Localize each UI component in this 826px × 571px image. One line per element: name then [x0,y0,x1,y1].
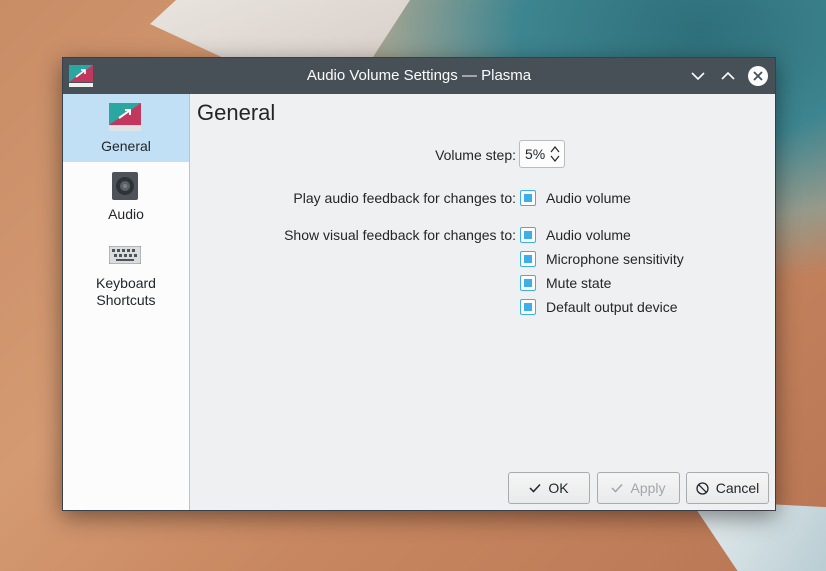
chevron-down-icon [691,72,705,81]
checkbox-checked[interactable] [520,251,536,267]
checkbox-label: Default output device [546,299,678,315]
ok-button[interactable]: OK [508,472,590,504]
audio-feedback-label: Play audio feedback for changes to: [293,190,516,206]
checkmark-icon [611,483,624,493]
general-page: General Volume step: 5% Play audio feedb… [190,94,775,510]
page-title: General [197,100,276,125]
settings-panel-icon [109,103,141,131]
title-bar[interactable]: Audio Volume Settings — Plasma [63,58,775,94]
checkbox-label: Microphone sensitivity [546,251,684,267]
checkbox-label: Audio volume [546,190,631,206]
sidebar: General Audio Keyboard Shortcuts [63,94,190,510]
sidebar-item-label-line1: Keyboard [96,275,156,291]
checkbox-checked[interactable] [520,299,536,315]
visual-feedback-mute-state-checkbox[interactable]: Mute state [520,273,611,293]
sidebar-item-label: Audio [108,206,144,222]
maximize-button[interactable] [717,65,739,87]
visual-feedback-default-output-device-checkbox[interactable]: Default output device [520,297,678,317]
visual-feedback-microphone-sensitivity-checkbox[interactable]: Microphone sensitivity [520,249,684,269]
sidebar-item-audio[interactable]: Audio [63,162,189,232]
sidebar-item-general[interactable]: General [63,94,189,162]
checkbox-checked[interactable] [520,275,536,291]
chevron-up-icon [721,71,735,80]
volume-step-value: 5% [525,146,546,162]
checkbox-checked[interactable] [520,227,536,243]
ok-button-label: OK [548,480,569,496]
minimize-button[interactable] [687,65,709,87]
sidebar-item-label: General [101,138,151,154]
checkmark-icon [529,483,541,493]
cancel-button[interactable]: Cancel [686,472,769,504]
cancel-button-label: Cancel [715,480,760,496]
checkbox-checked[interactable] [520,190,536,206]
sidebar-item-keyboard-shortcuts[interactable]: Keyboard Shortcuts [63,232,189,312]
sidebar-item-label-line2: Shortcuts [96,292,156,308]
checkbox-label: Audio volume [546,227,631,243]
volume-step-spinbox[interactable]: 5% [519,140,565,168]
volume-step-label: Volume step: [435,147,516,163]
close-button[interactable] [747,65,769,87]
visual-feedback-label: Show visual feedback for changes to: [284,227,516,243]
audio-feedback-audio-volume-checkbox[interactable]: Audio volume [520,188,631,208]
apply-button-label: Apply [630,480,666,496]
apply-button[interactable]: Apply [597,472,680,504]
keyboard-icon [109,246,141,264]
spin-arrows-icon[interactable] [550,144,560,164]
speaker-icon [112,172,138,200]
visual-feedback-audio-volume-checkbox[interactable]: Audio volume [520,225,631,245]
cancel-icon [696,481,709,495]
close-icon [748,66,768,86]
window-title: Audio Volume Settings — Plasma [306,67,532,84]
checkbox-label: Mute state [546,275,612,291]
settings-window: Audio Volume Settings — Plasma General A… [62,57,776,511]
